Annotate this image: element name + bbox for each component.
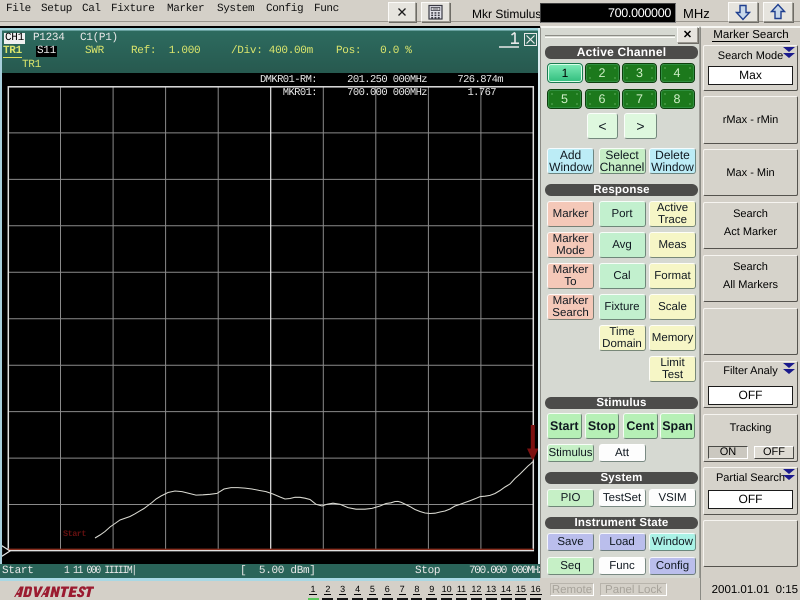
svg-text:726.874m: 726.874m [457,74,503,86]
svg-text:700.000 000MHz: 700.000 000MHz [347,87,427,99]
svg-text:MKR01:: MKR01: [283,87,317,99]
svg-text:1.767: 1.767 [467,87,496,99]
svg-text:Start: Start [63,529,86,539]
svg-text:DMKR01-RM:: DMKR01-RM: [260,74,317,86]
svg-text:201.250 000MHz: 201.250 000MHz [347,74,427,86]
